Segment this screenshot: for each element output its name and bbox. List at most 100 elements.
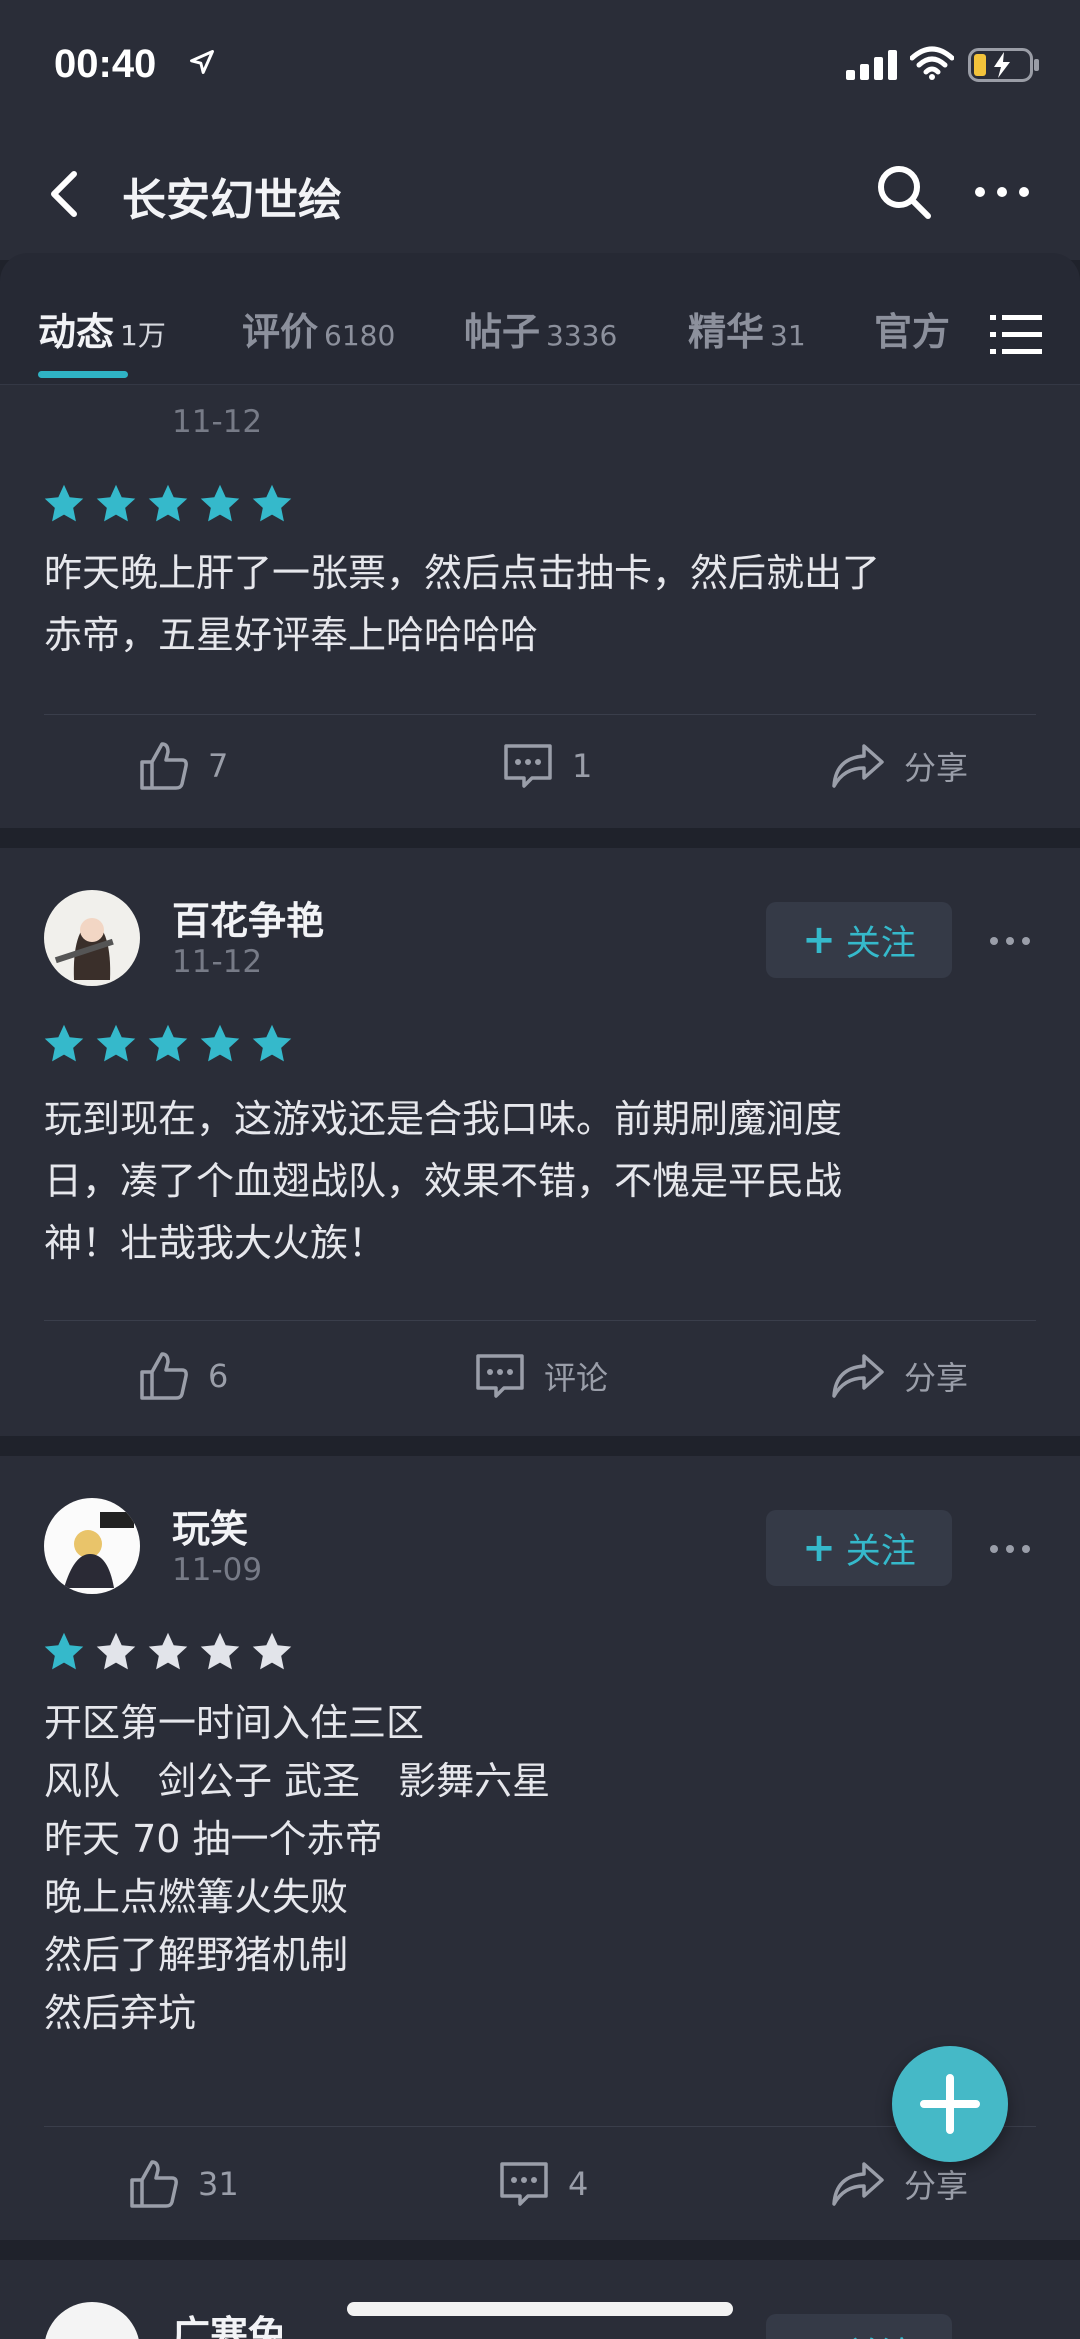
content-line: 风队 剑公子 武圣 影舞六星 (44, 1759, 551, 1803)
star-icon (44, 1632, 84, 1670)
status-time: 00:40 (54, 42, 157, 86)
comment-bubble-icon (476, 1354, 524, 1398)
content-line: 玩到现在，这游戏还是合我口味。前期刷魔涧度 (44, 1097, 843, 1141)
tab-bar: 动态 1万 评价 6180 帖子 3336 精华 31 官方 (0, 253, 1080, 385)
comment-count: 1 (572, 747, 593, 785)
follow-button[interactable]: +关注 (766, 1510, 952, 1586)
post-card: 广寒兔 + 关注 (0, 2260, 1080, 2339)
share-arrow-icon (832, 744, 884, 788)
back-chevron-icon[interactable] (38, 162, 94, 226)
comment-label: 评论 (544, 1359, 609, 1397)
follow-label: 关注 (846, 2327, 916, 2339)
comment-bubble-icon (504, 744, 552, 788)
post-card: 百花争艳 11-12 + 关注 玩到现在，这游戏还是合我口味。前期刷魔涧度 日，凑… (0, 848, 1080, 1436)
star-icon (96, 1024, 136, 1062)
post-content: 昨天晚上肝了一张票，然后点击抽卡，然后就出了 赤帝，五星好评奉上哈哈哈哈 (44, 542, 1044, 666)
content-line: 然后弃坑 (44, 1991, 197, 2035)
tab-posts[interactable]: 帖子 3336 (464, 301, 617, 361)
status-bar: 00:40 (0, 0, 1080, 130)
star-icon (252, 1632, 292, 1670)
more-dots-icon[interactable] (986, 926, 1034, 956)
content-line: 赤帝，五星好评奉上哈哈哈哈 (44, 613, 539, 657)
comment-button[interactable]: 1 (502, 740, 592, 792)
share-arrow-icon (832, 2162, 884, 2206)
like-button[interactable]: 31 (128, 2158, 239, 2210)
share-label: 分享 (904, 2167, 969, 2205)
tab-count: 1万 (120, 319, 166, 352)
star-icon (252, 1024, 292, 1062)
comment-count: 4 (568, 2165, 589, 2203)
tab-dynamic[interactable]: 动态 1万 (38, 301, 166, 361)
tab-count: 31 (770, 319, 806, 352)
avatar[interactable] (44, 890, 140, 986)
star-icon (252, 484, 292, 522)
post-date: 11-12 (172, 944, 263, 980)
like-count: 31 (198, 2165, 239, 2203)
star-icon (44, 484, 84, 522)
follow-label: 关注 (845, 923, 916, 964)
like-thumb-icon (140, 1352, 188, 1400)
share-arrow-icon (832, 1354, 884, 1398)
more-dots-icon[interactable] (986, 1534, 1034, 1564)
tab-label: 精华 (688, 310, 765, 354)
comment-bubble-icon (500, 2162, 548, 2206)
content-line: 开区第一时间入住三区 (44, 1701, 425, 1745)
share-button[interactable]: 分享 (830, 2158, 968, 2210)
list-menu-icon[interactable] (990, 309, 1042, 361)
comment-button[interactable]: 4 (498, 2158, 588, 2210)
star-icon (148, 1024, 188, 1062)
content-line: 昨天 70 抽一个赤帝 (44, 1817, 383, 1861)
tab-official[interactable]: 官方 (874, 301, 950, 361)
star-icon (96, 1632, 136, 1670)
comment-button[interactable]: 评论 (474, 1350, 608, 1402)
star-icon (148, 1632, 188, 1670)
rating-stars (42, 1022, 294, 1068)
content-line: 然后了解野猪机制 (44, 1933, 349, 1977)
signal-icon (846, 50, 897, 80)
share-label: 分享 (904, 1359, 969, 1397)
tab-label: 官方 (874, 310, 951, 354)
share-button[interactable]: 分享 (830, 740, 968, 792)
star-icon (44, 1024, 84, 1062)
battery-charging-icon (968, 48, 1039, 82)
content-line: 神！壮哉我大火族！ (44, 1221, 387, 1265)
follow-button[interactable]: +关注 (766, 902, 952, 978)
divider (44, 714, 1036, 715)
tab-label: 帖子 (464, 310, 541, 354)
like-count: 6 (208, 1357, 229, 1395)
post-content: 玩到现在，这游戏还是合我口味。前期刷魔涧度 日，凑了个血翅战队，效果不错，不愧是… (44, 1088, 1044, 1274)
share-button[interactable]: 分享 (830, 1350, 968, 1402)
post-content: 开区第一时间入住三区 风队 剑公子 武圣 影舞六星 昨天 70 抽一个赤帝 晚上… (44, 1694, 1044, 2042)
like-button[interactable]: 7 (138, 740, 228, 792)
content-line: 晚上点燃篝火失败 (44, 1875, 349, 1919)
star-icon (200, 1024, 240, 1062)
like-thumb-icon (140, 742, 188, 790)
active-tab-indicator (38, 371, 128, 378)
username[interactable]: 百花争艳 (172, 890, 324, 945)
search-icon[interactable] (872, 160, 936, 224)
username[interactable]: 玩笑 (172, 1498, 248, 1553)
username[interactable]: 广寒兔 (172, 2304, 286, 2339)
star-icon (96, 484, 136, 522)
rating-stars (42, 482, 294, 528)
content-line: 昨天晚上肝了一张票，然后点击抽卡，然后就出了 (44, 551, 881, 595)
avatar[interactable] (44, 1498, 140, 1594)
page-title: 长安幻世绘 (122, 175, 342, 226)
star-icon (200, 1632, 240, 1670)
post-card: 11-12 +关注 昨天晚上肝了一张票，然后点击抽卡，然后就出了 赤帝，五星好评… (0, 284, 1080, 828)
avatar[interactable] (44, 2302, 140, 2339)
share-label: 分享 (904, 749, 969, 787)
more-dots-icon[interactable] (970, 160, 1034, 224)
create-post-button[interactable] (892, 2046, 1008, 2162)
home-indicator (347, 2302, 733, 2316)
divider (44, 1320, 1036, 1321)
plus-icon: + (802, 917, 836, 963)
tab-featured[interactable]: 精华 31 (688, 301, 806, 361)
like-button[interactable]: 6 (138, 1350, 228, 1402)
tab-label: 评价 (242, 310, 319, 354)
follow-button[interactable]: +关注 (766, 2314, 952, 2339)
location-arrow-icon (190, 50, 214, 74)
tab-label: 动态 (38, 310, 115, 354)
tab-reviews[interactable]: 评价 6180 (242, 301, 395, 361)
plus-icon: + (802, 1525, 836, 1571)
